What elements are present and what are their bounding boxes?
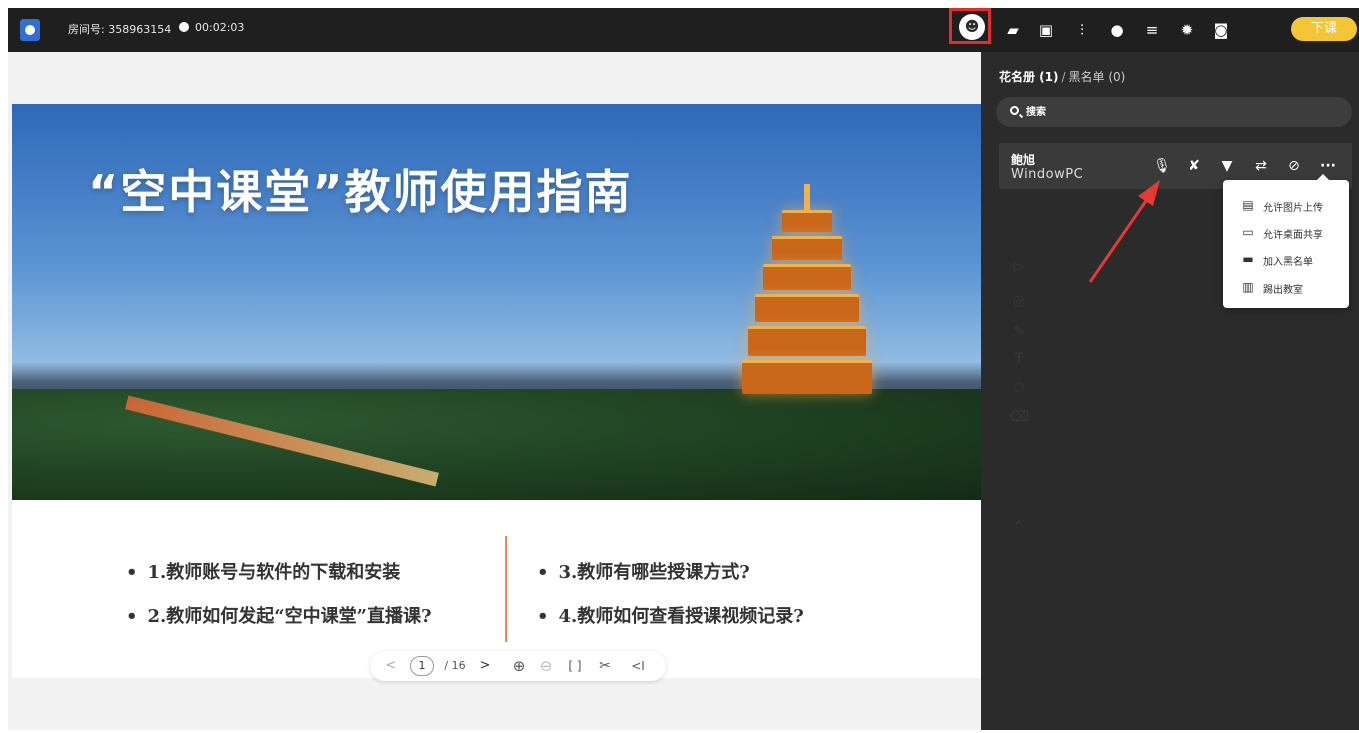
gear-icon[interactable]: ✹ bbox=[1176, 19, 1198, 41]
zoom-in-icon[interactable]: ⊕ bbox=[510, 656, 528, 676]
image-upload-icon: ▤ bbox=[1242, 198, 1254, 212]
chat-icon[interactable]: ● bbox=[1106, 19, 1128, 41]
class-timer: 00:02:03 bbox=[195, 21, 245, 34]
more-icon[interactable]: ··· bbox=[1319, 157, 1337, 175]
no-video-icon[interactable]: ⊘ bbox=[1285, 157, 1303, 175]
bullet-4: 4.教师如何查看授课视频记录? bbox=[537, 602, 804, 628]
folder-icon[interactable]: ▰ bbox=[1002, 19, 1024, 41]
user-name: 鲍旭 bbox=[1011, 153, 1036, 167]
room-number: 房间号: 358963154 bbox=[68, 23, 172, 36]
user-action-menu: ▤ 允许图片上传 ▭ 允许桌面共享 ▬ 加入黑名单 ▥ 踢出教室 bbox=[1223, 174, 1349, 308]
search-bar bbox=[996, 97, 1352, 127]
text-icon: T bbox=[1014, 351, 1024, 367]
blacklist-add-icon: ▬ bbox=[1242, 252, 1254, 266]
laser-icon: ◎ bbox=[1012, 293, 1026, 309]
shape-icon: ◇ bbox=[1013, 379, 1025, 395]
page-total: / 16 bbox=[444, 659, 466, 672]
faint-toolbar: ▷ ◎ ✎ T ◇ ⌫ ⌃ bbox=[1008, 256, 1030, 542]
slide-title: “空中课堂”教师使用指南 bbox=[88, 165, 633, 219]
slide-stage: “空中课堂”教师使用指南 1.教师账号与软件的下载和安装 2.教师如何发起“空中… bbox=[8, 52, 981, 730]
search-input[interactable] bbox=[1026, 103, 1326, 121]
search-icon bbox=[1010, 106, 1019, 115]
tab-roster[interactable]: 花名册 (1) bbox=[999, 70, 1059, 84]
switch-camera-icon[interactable]: ⇄ bbox=[1252, 157, 1270, 175]
bullet-2: 2.教师如何发起“空中课堂”直播课? bbox=[126, 602, 432, 628]
menu-item-kick-out[interactable]: ▥ 踢出教室 bbox=[1241, 278, 1341, 298]
roster-tabs: 花名册 (1) / 黑名单 (0) bbox=[999, 68, 1125, 85]
kick-out-icon: ▥ bbox=[1242, 280, 1254, 294]
prev-page-button[interactable]: < bbox=[384, 656, 398, 676]
pen-icon: ✎ bbox=[1013, 323, 1025, 339]
toolbox-icon[interactable]: ▣ bbox=[1035, 19, 1057, 41]
clock-icon bbox=[179, 22, 189, 32]
menu-item-allow-image-upload[interactable]: ▤ 允许图片上传 bbox=[1241, 196, 1341, 216]
mic-off-icon[interactable]: 🎙 bbox=[1153, 157, 1171, 175]
eraser-icon: ⌫ bbox=[1009, 409, 1029, 425]
top-bar: 房间号: 358963154 00:02:03 ⚡ ☻ ▰ ▣ ⫶ ● ≡ ✹ … bbox=[8, 8, 1359, 52]
scissors-icon[interactable]: ✂ bbox=[596, 656, 614, 676]
page-number-input[interactable]: 1 bbox=[410, 656, 434, 676]
screen-share-icon: ▭ bbox=[1242, 225, 1254, 239]
collapse-up-icon: ⌃ bbox=[1013, 519, 1025, 535]
app-logo-icon bbox=[20, 19, 40, 41]
collapse-icon[interactable]: <I bbox=[628, 656, 648, 676]
bullet-divider bbox=[505, 536, 507, 642]
bullet-1: 1.教师账号与软件的下载和安装 bbox=[126, 558, 401, 584]
end-class-button[interactable]: 下课 bbox=[1291, 17, 1357, 41]
user-device: WindowPC bbox=[1011, 167, 1084, 182]
list-icon[interactable]: ≡ bbox=[1141, 19, 1163, 41]
roster-panel: 花名册 (1)/黑名单 (0) 鲍旭 WindowPC 🎙 ✘ ▼ ⇄ ⊘ ··… bbox=[986, 52, 1359, 730]
fit-screen-icon[interactable]: [ ] bbox=[563, 656, 587, 676]
pointer-icon: ▷ bbox=[1013, 259, 1025, 275]
fullscreen-icon[interactable]: ◙ bbox=[1210, 19, 1232, 41]
menu-item-allow-screen-share[interactable]: ▭ 允许桌面共享 bbox=[1241, 223, 1341, 243]
classroom-app: 房间号: 358963154 00:02:03 ⚡ ☻ ▰ ▣ ⫶ ● ≡ ✹ … bbox=[8, 8, 1359, 730]
trophy-icon[interactable]: ▼ bbox=[1218, 157, 1236, 175]
slide-cover-photo: “空中课堂”教师使用指南 bbox=[12, 104, 981, 500]
settings-sliders-icon[interactable]: ⫶ bbox=[1071, 19, 1093, 41]
presentation-slide: “空中课堂”教师使用指南 1.教师账号与软件的下载和安装 2.教师如何发起“空中… bbox=[12, 104, 981, 678]
tab-separator: / bbox=[1061, 70, 1066, 84]
bullet-3: 3.教师有哪些授课方式? bbox=[537, 558, 750, 584]
slide-pager: < 1 / 16 > ⊕ ⊖ [ ] ✂ <I bbox=[370, 651, 666, 681]
zoom-out-icon[interactable]: ⊖ bbox=[537, 656, 555, 676]
pen-off-icon[interactable]: ✘ bbox=[1185, 157, 1203, 175]
menu-item-add-blacklist[interactable]: ▬ 加入黑名单 bbox=[1241, 250, 1341, 270]
roster-icon[interactable]: ☻ bbox=[959, 14, 985, 40]
next-page-button[interactable]: > bbox=[478, 656, 492, 676]
yellow-crane-tower bbox=[742, 184, 872, 414]
tab-blacklist[interactable]: 黑名单 (0) bbox=[1069, 70, 1126, 84]
